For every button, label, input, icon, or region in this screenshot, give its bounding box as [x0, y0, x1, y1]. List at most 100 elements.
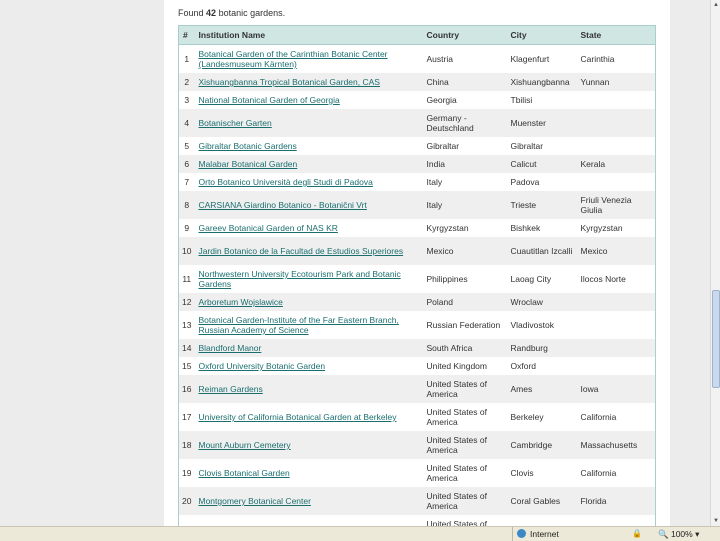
- institution-link[interactable]: Clovis Botanical Garden: [199, 468, 290, 478]
- col-header-country: Country: [422, 25, 507, 45]
- state-cell: [577, 137, 656, 155]
- vertical-scrollbar[interactable]: ▲ ▼: [710, 0, 720, 526]
- row-number: 7: [184, 177, 190, 187]
- city-cell: Klagenfurt: [510, 54, 550, 64]
- table-row: 12 Arboretum Wojslawice Poland Wroclaw: [178, 293, 656, 311]
- results-summary: Found 42 botanic gardens.: [178, 8, 285, 18]
- city-cell: Coral Gables: [506, 487, 577, 515]
- city-cell: Clovis: [510, 468, 534, 478]
- state-cell: Iowa: [577, 515, 656, 526]
- right-margin: [670, 0, 710, 540]
- city-cell: Laoag City: [510, 274, 552, 284]
- institution-cell: Botanical Garden-Institute of the Far Ea…: [195, 311, 423, 339]
- row-number: 21: [179, 515, 195, 526]
- row-number: 20: [178, 487, 195, 515]
- row-number: 5: [184, 141, 190, 151]
- institution-link[interactable]: Xishuangbanna Tropical Botanical Garden,…: [199, 77, 380, 87]
- col-header-institution: Institution Name: [194, 25, 423, 45]
- institution-cell: Gareev Botanical Garden of NAS KR: [195, 219, 423, 237]
- state-cell: Ilocos Norte: [580, 274, 626, 284]
- zoom-level: 100%: [670, 529, 693, 539]
- institution-link[interactable]: National Botanical Garden of Georgia: [199, 95, 340, 105]
- institution-cell: Xishuangbanna Tropical Botanical Garden,…: [194, 73, 423, 91]
- table-row: 7 Orto Botanico Università degli Studi di…: [179, 173, 656, 191]
- row-number: 16: [178, 375, 195, 403]
- city-cell: Cuautitlan Izcalli: [506, 237, 577, 265]
- institution-link[interactable]: Botanical Garden-Institute of the Far Ea…: [199, 315, 399, 335]
- row-number: 11: [182, 274, 192, 284]
- institution-link[interactable]: Jardin Botanico de la Facultad de Estudi…: [199, 246, 404, 256]
- country-cell: Gibraltar: [426, 141, 460, 151]
- lock-icon[interactable]: 🔒: [632, 529, 642, 538]
- state-cell: [576, 339, 656, 357]
- institution-link[interactable]: Reiman Gardens: [199, 384, 263, 394]
- institution-link[interactable]: Botanischer Garten: [199, 118, 272, 128]
- institution-link[interactable]: CARSIANA Giardino Botanico - Botanični V…: [199, 200, 367, 210]
- institution-link[interactable]: Northwestern University Ecotourism Park …: [199, 269, 401, 289]
- state-cell: California: [580, 468, 617, 478]
- institution-cell: Orto Botanico Università degli Studi di …: [195, 173, 423, 191]
- table-row: 9 Gareev Botanical Garden of NAS KR Kyrgyz…: [179, 219, 656, 237]
- state-cell: [577, 173, 656, 191]
- institution-link[interactable]: Botanical Garden of the Carinthian Botan…: [199, 49, 388, 69]
- zoom-control[interactable]: 🔍 100% ▾: [658, 527, 699, 541]
- scroll-up-arrow-icon[interactable]: ▲: [711, 0, 720, 10]
- security-zone[interactable]: Internet: [512, 527, 559, 541]
- table-row: 13 Botanical Garden-Institute of the Far …: [179, 311, 656, 339]
- institution-link[interactable]: Orto Botanico Università degli Studi di …: [199, 177, 373, 187]
- institution-link[interactable]: University of California Botanical Garde…: [199, 412, 397, 422]
- city-cell: Muenster: [506, 109, 577, 137]
- state-cell: Carinthia: [580, 54, 615, 64]
- city-cell: Trieste: [506, 191, 577, 219]
- city-cell: Xishuangbanna: [506, 73, 577, 91]
- row-number: 8: [178, 191, 195, 219]
- state-cell: Florida: [576, 487, 656, 515]
- institution-cell: Malabar Botanical Garden: [194, 155, 423, 173]
- institution-link[interactable]: Malabar Botanical Garden: [199, 159, 298, 169]
- scroll-down-arrow-icon[interactable]: ▼: [711, 516, 720, 526]
- institution-cell: Clovis Botanical Garden: [195, 459, 423, 487]
- institution-link[interactable]: Gibraltar Botanic Gardens: [199, 141, 297, 151]
- institution-link[interactable]: Oxford University Botanic Garden: [199, 361, 326, 371]
- state-cell: Kyrgyzstan: [580, 223, 623, 233]
- institution-link[interactable]: Montgomery Botanical Center: [199, 496, 311, 506]
- table-row: 18 Mount Auburn Cemetery United States of …: [178, 431, 656, 459]
- state-cell: Kerala: [576, 155, 656, 173]
- city-cell: Calicut: [506, 155, 577, 173]
- table-row: 6 Malabar Botanical Garden India Calicut Ker…: [178, 155, 656, 173]
- institution-cell: Montgomery Botanical Center: [194, 487, 423, 515]
- country-cell: Italy: [426, 177, 443, 187]
- state-cell: California: [580, 412, 617, 422]
- institution-link[interactable]: Mount Auburn Cemetery: [199, 440, 291, 450]
- country-cell: United States of America: [426, 407, 487, 427]
- institution-link[interactable]: Arboretum Wojslawice: [199, 297, 283, 307]
- globe-icon: [517, 529, 526, 538]
- institution-cell: Dawes Arboretum, The: [195, 515, 423, 526]
- institution-cell: Jardin Botanico de la Facultad de Estudi…: [194, 237, 423, 265]
- row-number: 9: [184, 223, 190, 233]
- table-row: 4 Botanischer Garten Germany - Deutschland…: [178, 109, 656, 137]
- institution-cell: Gibraltar Botanic Gardens: [195, 137, 423, 155]
- country-cell: United States of America: [426, 463, 487, 483]
- institution-cell: Reiman Gardens: [194, 375, 423, 403]
- institution-link[interactable]: Blandford Manor: [199, 343, 262, 353]
- row-number: 4: [178, 109, 195, 137]
- state-cell: Yunnan: [576, 73, 656, 91]
- row-number: 3: [184, 95, 190, 105]
- country-cell: Italy: [422, 191, 507, 219]
- status-bar: Internet 🔒 🔍 100% ▾: [0, 526, 720, 541]
- row-number: 2: [178, 73, 195, 91]
- institution-link[interactable]: Gareev Botanical Garden of NAS KR: [199, 223, 338, 233]
- row-number: 6: [178, 155, 195, 173]
- table-row: 14 Blandford Manor South Africa Randburg: [178, 339, 656, 357]
- country-cell: United States of America: [422, 375, 507, 403]
- page-content: Found 42 botanic gardens. # Institution …: [164, 0, 670, 526]
- country-cell: United Kingdom: [426, 361, 487, 371]
- table-row: 5 Gibraltar Botanic Gardens Gibraltar Gibra…: [179, 137, 656, 155]
- col-header-number: #: [178, 25, 195, 45]
- city-cell: Cambridge: [506, 431, 577, 459]
- table-row: 2 Xishuangbanna Tropical Botanical Garden…: [178, 73, 656, 91]
- institution-cell: CARSIANA Giardino Botanico - Botanični V…: [194, 191, 423, 219]
- institution-cell: Oxford University Botanic Garden: [195, 357, 423, 375]
- scrollbar-thumb[interactable]: [712, 290, 720, 388]
